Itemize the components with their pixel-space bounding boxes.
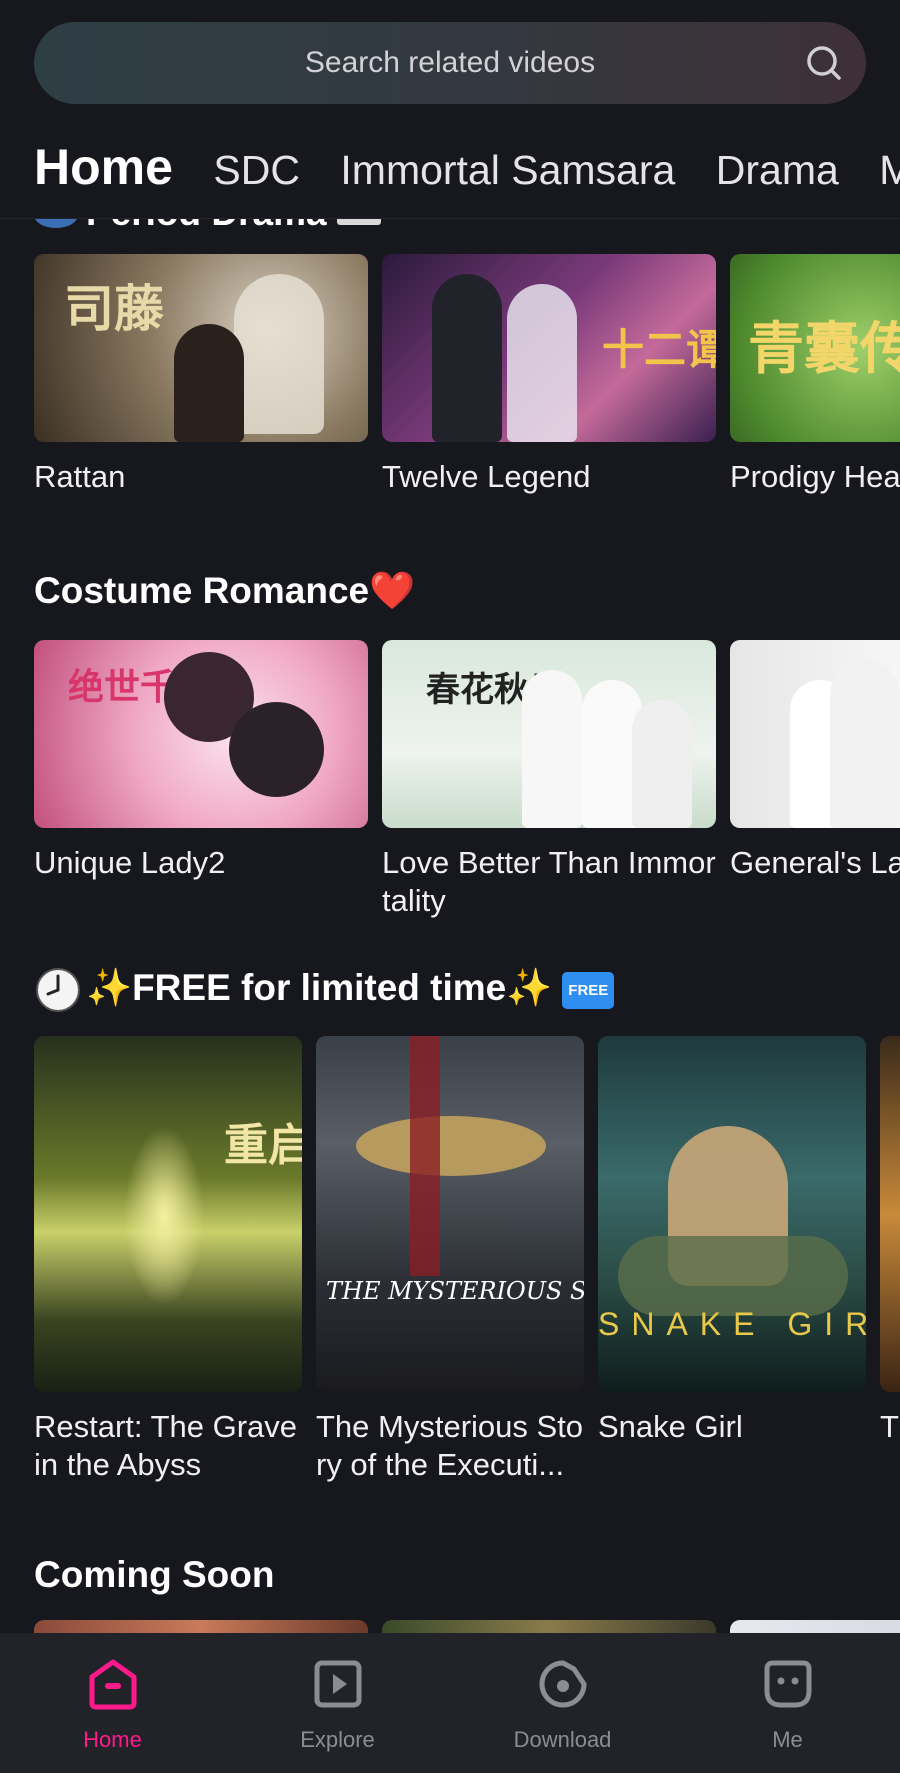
thumbnail-title-art: THE MYSTERIOUS STORY OF THE EXECUTIONER	[326, 1277, 584, 1305]
video-card[interactable]: General's La	[730, 640, 900, 882]
video-card[interactable]: SNAKE GIRL Snake Girl	[598, 1036, 866, 1446]
video-card[interactable]: THE MYSTERIOUS STORY OF THE EXECUTIONER …	[316, 1036, 584, 1484]
tv-icon	[336, 218, 381, 226]
video-thumbnail	[730, 640, 900, 828]
video-thumbnail	[34, 1620, 368, 1633]
nav-label: Download	[513, 1727, 612, 1752]
nav-download[interactable]: Download	[450, 1633, 675, 1773]
search-placeholder: Search related videos	[304, 46, 596, 79]
video-title: Snake Girl	[598, 1409, 743, 1444]
top-bar: Search related videos Home SDC Immortal …	[0, 0, 900, 219]
video-card[interactable]: 重启 Restart: The Grave in the Abyss	[34, 1036, 302, 1484]
tab-more[interactable]: M	[879, 147, 900, 194]
search-bar[interactable]: Search related videos	[34, 22, 866, 104]
section-title: Coming Soon	[34, 1554, 275, 1595]
video-title: T	[880, 1409, 899, 1444]
bottom-navigation: Home Explore Download Me	[0, 1633, 900, 1773]
video-title: Unique Lady2	[34, 845, 226, 880]
video-title: General's La	[730, 845, 900, 880]
globe-icon	[34, 218, 78, 229]
play-icon	[314, 1660, 362, 1708]
video-card[interactable]: 绝世千金 Unique Lady2	[34, 640, 368, 882]
video-thumbnail: 十二谭	[382, 254, 716, 442]
video-thumbnail: 春花秋月	[382, 640, 716, 828]
video-card[interactable]: T	[880, 1036, 900, 1446]
video-title: Prodigy Hea	[730, 459, 900, 494]
section-title: ✨FREE for limited time✨ FREE	[34, 966, 615, 1014]
category-tabs: Home SDC Immortal Samsara Drama M	[34, 138, 900, 198]
clock-icon	[36, 968, 80, 1012]
video-card[interactable]: 春花秋月 Love Better Than Immortality	[382, 640, 716, 920]
video-card[interactable]	[382, 1620, 716, 1633]
nav-explore[interactable]: Explore	[225, 1633, 450, 1773]
download-icon	[539, 1660, 587, 1708]
video-thumbnail: 司藤	[34, 254, 368, 442]
video-card[interactable]	[730, 1620, 900, 1633]
thumbnail-title-art: 重启	[224, 1120, 302, 1171]
video-thumbnail	[880, 1036, 900, 1392]
video-card[interactable]: 青囊传 Prodigy Hea	[730, 254, 900, 496]
nav-label: Me	[772, 1727, 803, 1752]
tab-sdc[interactable]: SDC	[213, 147, 300, 194]
video-thumbnail: 重启	[34, 1036, 302, 1392]
nav-me[interactable]: Me	[675, 1633, 900, 1773]
video-title: Restart: The Grave in the Abyss	[34, 1409, 298, 1482]
video-card[interactable]: 司藤 Rattan	[34, 254, 368, 496]
tab-home[interactable]: Home	[34, 138, 173, 196]
thumbnail-title-art: 司藤	[64, 279, 164, 338]
search-icon[interactable]	[804, 43, 844, 83]
thumbnail-title-art: 春花秋月	[426, 670, 562, 710]
nav-home[interactable]: Home	[0, 1633, 225, 1773]
thumbnail-title-art: SNAKE GIRL	[598, 1306, 866, 1342]
video-title: Rattan	[34, 459, 126, 494]
tab-drama[interactable]: Drama	[716, 147, 839, 194]
video-thumbnail: THE MYSTERIOUS STORY OF THE EXECUTIONER	[316, 1036, 584, 1392]
video-thumbnail	[730, 1620, 900, 1633]
nav-label: Explore	[300, 1727, 375, 1752]
video-thumbnail: 绝世千金	[34, 640, 368, 828]
home-icon	[89, 1659, 137, 1710]
me-icon	[764, 1660, 812, 1708]
video-card[interactable]	[34, 1620, 368, 1633]
thumbnail-title-art: 十二谭	[602, 325, 716, 374]
tab-immortal-samsara[interactable]: Immortal Samsara	[340, 147, 675, 194]
section-title: Costume Romance❤️	[34, 570, 416, 611]
section-title: Period Drama	[34, 218, 381, 234]
thumbnail-title-art: 绝世千金	[68, 666, 213, 708]
video-title: Twelve Legend	[382, 459, 591, 494]
video-thumbnail: SNAKE GIRL	[598, 1036, 866, 1392]
video-thumbnail: 青囊传	[730, 254, 900, 442]
thumbnail-title-art: 青囊传	[748, 316, 900, 382]
video-title: The Mysterious Story of the Executi...	[316, 1409, 584, 1482]
video-title: Love Better Than Immortality	[382, 845, 716, 918]
free-badge: FREE	[562, 971, 615, 1009]
video-card[interactable]: 十二谭 Twelve Legend	[382, 254, 716, 496]
nav-label: Home	[83, 1727, 142, 1752]
video-thumbnail	[382, 1620, 716, 1633]
home-feed[interactable]: Period Drama 司藤 Rattan 十二谭 Twelve Legend	[0, 218, 900, 1633]
